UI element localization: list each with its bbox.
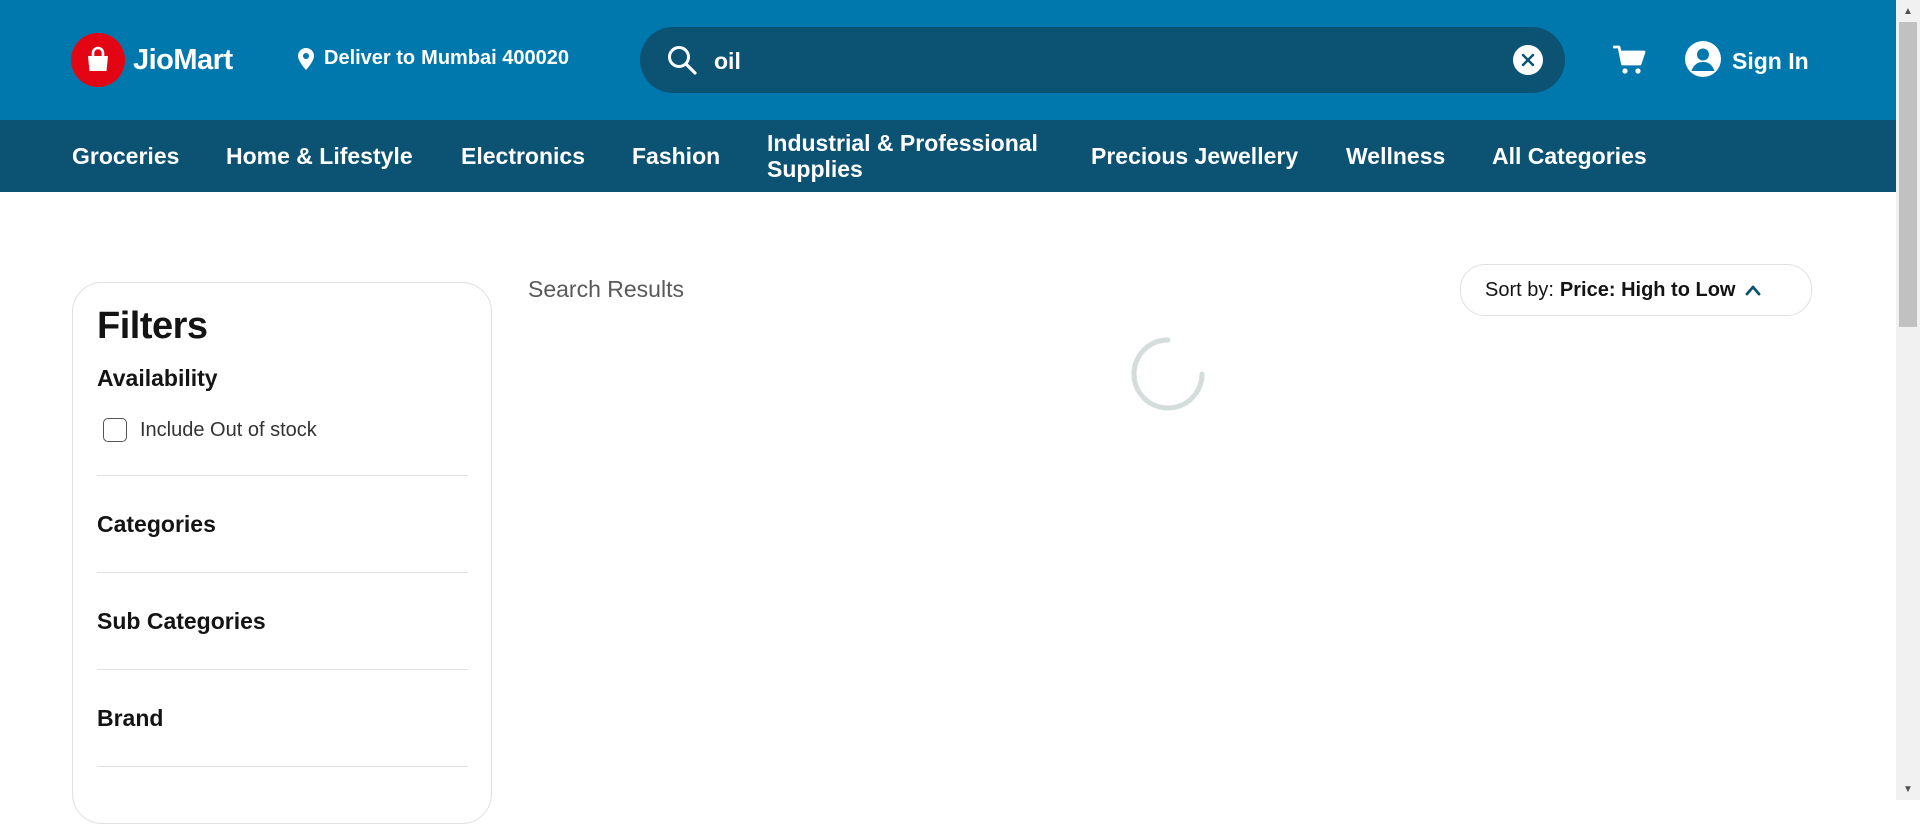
nav-item-industrial-supplies[interactable]: Industrial & Professional Supplies <box>767 120 1067 192</box>
include-out-of-stock-checkbox[interactable]: Include Out of stock <box>103 418 317 442</box>
deliver-location-value: Mumbai 400020 <box>421 47 570 69</box>
search-bar <box>640 27 1565 93</box>
deliver-location[interactable]: Deliver to Mumbai 400020 <box>298 47 569 70</box>
nav-item-electronics[interactable]: Electronics <box>461 120 585 192</box>
sign-in-label: Sign In <box>1732 48 1809 74</box>
include-out-of-stock-label: Include Out of stock <box>140 418 317 441</box>
jiomart-logo[interactable]: JioMart <box>71 33 233 87</box>
sort-value: Price: High to Low <box>1559 278 1736 301</box>
nav-item-groceries[interactable]: Groceries <box>72 120 179 192</box>
filter-brand[interactable]: Brand <box>97 705 163 732</box>
search-input[interactable] <box>712 41 1476 81</box>
category-nav: Groceries Home & Lifestyle Electronics F… <box>0 120 1896 192</box>
checkbox-box[interactable] <box>103 418 127 442</box>
sign-in-button[interactable]: Sign In <box>1684 40 1809 83</box>
nav-item-home-lifestyle[interactable]: Home & Lifestyle <box>226 120 413 192</box>
page-scrollbar[interactable]: ▲ ▼ <box>1896 0 1920 800</box>
filters-title: Filters <box>97 305 208 347</box>
divider <box>97 475 468 476</box>
sort-prefix: Sort by: <box>1485 278 1554 301</box>
filter-sub-categories[interactable]: Sub Categories <box>97 608 266 635</box>
cart-icon[interactable] <box>1612 44 1647 81</box>
location-pin-icon <box>298 47 314 70</box>
nav-item-fashion[interactable]: Fashion <box>632 120 720 192</box>
scrollbar-thumb[interactable] <box>1899 22 1917 327</box>
brand-name: JioMart <box>133 43 233 76</box>
sort-dropdown[interactable]: Sort by: Price: High to Low <box>1460 264 1812 316</box>
filter-availability: Availability <box>97 365 218 391</box>
search-icon[interactable] <box>666 44 698 81</box>
filters-panel: Filters Availability Include Out of stoc… <box>72 282 492 824</box>
divider <box>97 572 468 573</box>
search-results-title: Search Results <box>528 276 684 302</box>
chevron-up-icon <box>1745 284 1761 296</box>
nav-item-precious-jewellery[interactable]: Precious Jewellery <box>1091 120 1298 192</box>
deliver-prefix: Deliver to <box>324 47 416 69</box>
close-circle-icon[interactable] <box>1513 45 1543 75</box>
nav-item-wellness[interactable]: Wellness <box>1346 120 1445 192</box>
nav-item-all-categories[interactable]: All Categories <box>1492 120 1647 192</box>
spinner-icon <box>1130 336 1206 412</box>
filter-categories[interactable]: Categories <box>97 511 216 538</box>
scroll-up-icon[interactable]: ▲ <box>1896 0 1920 22</box>
divider <box>97 766 468 767</box>
shopping-bag-icon <box>71 33 125 87</box>
top-header: JioMart Deliver to Mumbai 400020 oil Sig… <box>0 0 1896 120</box>
divider <box>97 669 468 670</box>
user-avatar-icon <box>1684 40 1722 83</box>
scroll-down-icon[interactable]: ▼ <box>1896 778 1920 800</box>
